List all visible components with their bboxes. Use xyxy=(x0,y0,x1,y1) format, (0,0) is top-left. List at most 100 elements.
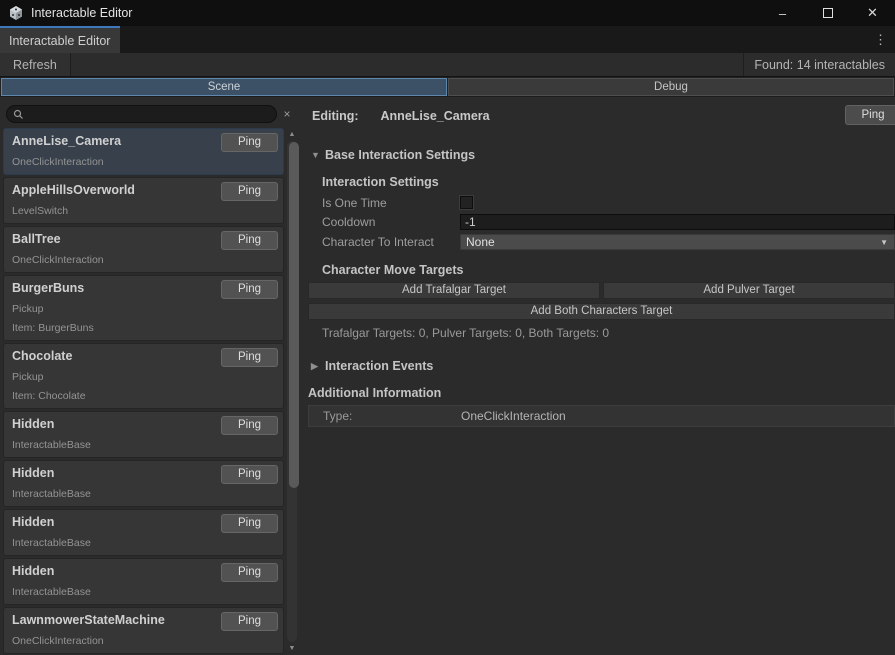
list-item-subtitle: InteractableBase xyxy=(12,439,275,451)
dock-tab-label: Interactable Editor xyxy=(9,34,110,48)
foldout-expanded-icon: ▼ xyxy=(311,150,325,160)
list-item[interactable]: Hidden InteractableBase Ping xyxy=(3,509,284,556)
chevron-down-icon: ▼ xyxy=(880,235,888,250)
search-clear-icon: × xyxy=(283,107,290,121)
editing-value: AnneLise_Camera xyxy=(381,109,490,123)
window-title: Interactable Editor xyxy=(31,6,132,20)
maximize-icon xyxy=(823,8,833,18)
list-item-ping-button[interactable]: Ping xyxy=(221,133,278,152)
targets-summary: Trafalgar Targets: 0, Pulver Targets: 0,… xyxy=(322,326,895,340)
scrollbar-up-icon[interactable]: ▲ xyxy=(285,128,299,141)
refresh-label: Refresh xyxy=(13,58,57,72)
tab-scene[interactable]: Scene xyxy=(1,78,447,96)
add-both-label: Add Both Characters Target xyxy=(531,305,673,317)
list-item-subtitle: InteractableBase xyxy=(12,488,275,500)
view-tab-bar: Scene Debug xyxy=(0,77,895,97)
base-settings-foldout-label: Base Interaction Settings xyxy=(325,148,475,162)
list-item-subtitle: LevelSwitch xyxy=(12,205,275,217)
list-item-ping-button[interactable]: Ping xyxy=(221,465,278,484)
base-settings-foldout[interactable]: ▼ Base Interaction Settings xyxy=(308,148,895,162)
list-item-ping-button[interactable]: Ping xyxy=(221,514,278,533)
character-to-interact-label: Character To Interact xyxy=(322,235,460,249)
list-item-ping-button[interactable]: Ping xyxy=(221,182,278,201)
dock-tab-interactable-editor[interactable]: Interactable Editor xyxy=(0,26,120,53)
close-button[interactable]: ✕ xyxy=(850,0,895,26)
interaction-events-label: Interaction Events xyxy=(325,359,433,373)
kebab-icon: ⋮ xyxy=(874,32,887,48)
character-move-targets-header: Character Move Targets xyxy=(322,263,895,277)
character-dropdown-value: None xyxy=(466,235,495,249)
list-scrollbar[interactable]: ▲ ▼ xyxy=(285,128,299,655)
list-item-ping-button[interactable]: Ping xyxy=(221,416,278,435)
add-trafalgar-label: Add Trafalgar Target xyxy=(402,284,506,296)
dock-tab-strip: Interactable Editor ⋮ xyxy=(0,26,895,53)
list-item-subtitle: OneClickInteraction xyxy=(12,635,275,647)
list-item-subtitle: InteractableBase xyxy=(12,586,275,598)
close-icon: ✕ xyxy=(867,5,878,21)
list-item-subtitle: Pickup xyxy=(12,371,275,383)
toolbar: Refresh Found: 14 interactables xyxy=(0,53,895,77)
list-item-subtitle: InteractableBase xyxy=(12,537,275,549)
minimize-button[interactable]: – xyxy=(760,0,805,26)
add-pulver-target-button[interactable]: Add Pulver Target xyxy=(603,282,895,299)
tab-debug-label: Debug xyxy=(654,81,688,93)
search-field[interactable] xyxy=(6,105,277,123)
character-to-interact-dropdown[interactable]: None ▼ xyxy=(460,234,895,250)
list-item-subtitle: OneClickInteraction xyxy=(12,254,275,266)
foldout-collapsed-icon: ▶ xyxy=(311,361,325,372)
window-menu-button[interactable]: ⋮ xyxy=(870,26,891,53)
interaction-events-foldout[interactable]: ▶ Interaction Events xyxy=(308,359,895,373)
search-icon xyxy=(13,109,24,120)
scrollbar-track[interactable] xyxy=(287,141,297,642)
search-input[interactable] xyxy=(27,106,272,122)
list-item[interactable]: Chocolate PickupItem: Chocolate Ping xyxy=(3,343,284,409)
inspector-ping-button[interactable]: Ping xyxy=(845,105,895,125)
list-item[interactable]: LawnmowerStateMachine OneClickInteractio… xyxy=(3,607,284,654)
interactable-editor-window: Interactable Editor – ✕ Interactable Edi… xyxy=(0,0,895,655)
list-item-ping-button[interactable]: Ping xyxy=(221,280,278,299)
tab-debug[interactable]: Debug xyxy=(448,78,894,96)
title-bar: Interactable Editor – ✕ xyxy=(0,0,895,26)
list-item[interactable]: Hidden InteractableBase Ping xyxy=(3,460,284,507)
cooldown-input[interactable] xyxy=(460,214,895,230)
list-item-ping-button[interactable]: Ping xyxy=(221,231,278,250)
scrollbar-down-icon[interactable]: ▼ xyxy=(285,642,299,655)
list-item-subtitle: Item: Chocolate xyxy=(12,390,275,402)
found-count-label: Found: 14 interactables xyxy=(743,53,895,76)
list-item-ping-button[interactable]: Ping xyxy=(221,563,278,582)
list-item-subtitle: Item: BurgerBuns xyxy=(12,322,275,334)
list-item[interactable]: AppleHillsOverworld LevelSwitch Ping xyxy=(3,177,284,224)
refresh-button[interactable]: Refresh xyxy=(0,53,71,76)
is-one-time-label: Is One Time xyxy=(322,196,460,210)
maximize-button[interactable] xyxy=(805,0,850,26)
list-item-ping-button[interactable]: Ping xyxy=(221,348,278,367)
add-both-characters-target-button[interactable]: Add Both Characters Target xyxy=(308,303,895,320)
list-item[interactable]: Hidden InteractableBase Ping xyxy=(3,411,284,458)
list-item[interactable]: BurgerBuns PickupItem: BurgerBuns Ping xyxy=(3,275,284,341)
list-item-ping-button[interactable]: Ping xyxy=(221,612,278,631)
scrollbar-thumb[interactable] xyxy=(289,142,299,488)
additional-information-header: Additional Information xyxy=(308,386,895,400)
type-label: Type: xyxy=(323,409,461,423)
interaction-settings-header: Interaction Settings xyxy=(322,175,895,189)
list-item-subtitle: Pickup xyxy=(12,303,275,315)
app-cube-icon xyxy=(8,5,24,21)
type-value: OneClickInteraction xyxy=(461,409,566,423)
cooldown-label: Cooldown xyxy=(322,215,460,229)
type-info-row: Type: OneClickInteraction xyxy=(308,405,895,427)
is-one-time-checkbox[interactable] xyxy=(460,196,473,209)
tab-scene-label: Scene xyxy=(208,81,241,93)
list-item[interactable]: BallTree OneClickInteraction Ping xyxy=(3,226,284,273)
list-item[interactable]: AnneLise_Camera OneClickInteraction Ping xyxy=(3,128,284,175)
inspector-panel: Editing: AnneLise_Camera Ping ▼ Base Int… xyxy=(300,97,895,655)
list-item[interactable]: Hidden InteractableBase Ping xyxy=(3,558,284,605)
interactable-list: AnneLise_Camera OneClickInteraction Ping… xyxy=(3,128,284,655)
add-trafalgar-target-button[interactable]: Add Trafalgar Target xyxy=(308,282,600,299)
scene-list-panel: × AnneLise_Camera OneClickInteraction Pi… xyxy=(0,97,300,655)
list-item-subtitle: OneClickInteraction xyxy=(12,156,275,168)
add-pulver-label: Add Pulver Target xyxy=(703,284,794,296)
inspector-ping-label: Ping xyxy=(861,109,884,121)
search-clear-button[interactable]: × xyxy=(277,107,297,121)
editing-label: Editing: xyxy=(312,109,359,123)
minimize-icon: – xyxy=(779,6,786,21)
